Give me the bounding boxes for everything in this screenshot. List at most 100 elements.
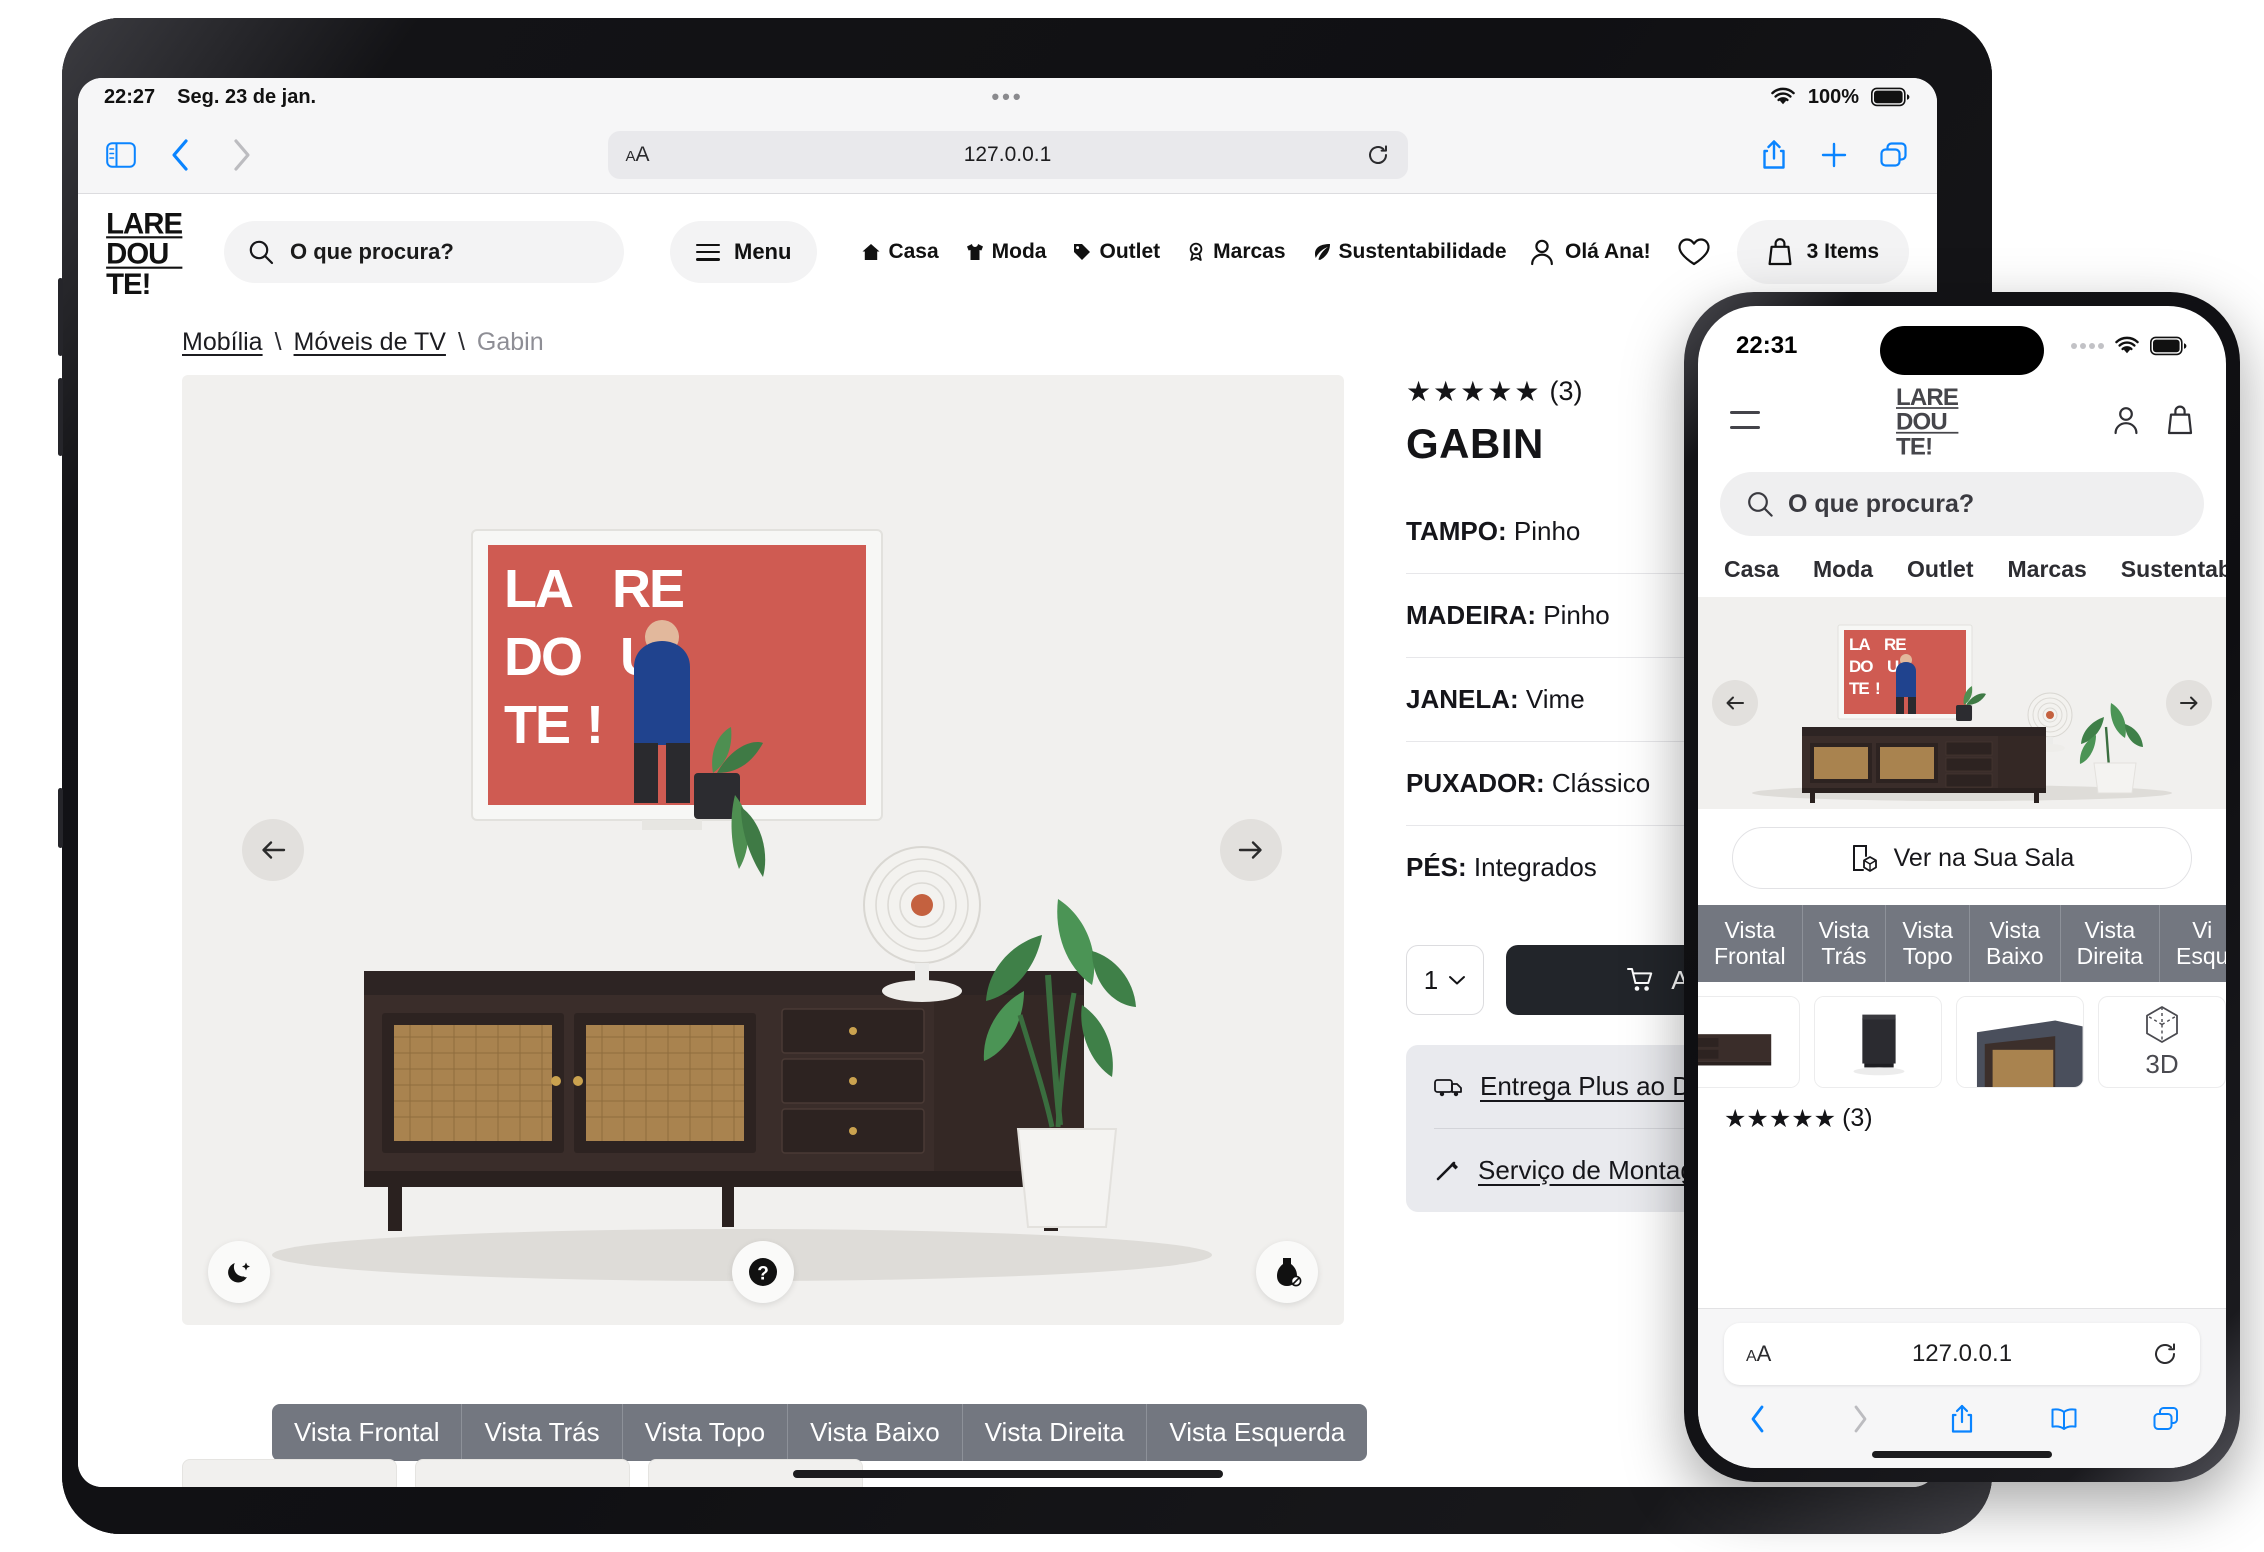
reload-icon[interactable] — [1366, 143, 1390, 167]
iphone-view-tab-vista-frontal[interactable]: Vista Frontal — [1698, 905, 1803, 982]
iphone-nav-item-casa[interactable]: Casa — [1724, 556, 1779, 583]
thumbnail-side[interactable] — [1814, 995, 1942, 1088]
share-icon[interactable] — [1753, 134, 1795, 176]
chevron-left-icon[interactable] — [160, 134, 202, 176]
user-icon[interactable] — [2112, 405, 2140, 435]
view-tab-vista-esquerda[interactable]: Vista Esquerda — [1147, 1404, 1368, 1461]
tag-icon — [1072, 242, 1092, 262]
nav-label: Casa — [888, 240, 939, 263]
spec-value: Pinho — [1513, 516, 1581, 546]
quantity-value: 1 — [1423, 964, 1439, 995]
screenshot-stage: 22:27 Seg. 23 de jan. ••• 100% AA 127.0.… — [0, 0, 2264, 1552]
menu-button[interactable]: Menu — [670, 221, 818, 283]
iphone-view-tab-vista-baixo[interactable]: Vista Baixo — [1970, 905, 2061, 982]
ipad-address-bar[interactable]: AA 127.0.0.1 — [607, 130, 1408, 179]
iphone-search-input[interactable]: O que procura? — [1720, 472, 2204, 536]
account-button[interactable]: Olá Ana! — [1529, 238, 1651, 266]
ipad-volume-up-button[interactable] — [58, 278, 63, 356]
chevron-left-icon[interactable] — [1738, 1399, 1778, 1439]
iphone-nav-item-marcas[interactable]: Marcas — [2008, 556, 2087, 583]
iphone-product-gallery: LA RE DO U TE ! — [1698, 597, 2226, 809]
iphone-product-scene: LA RE DO U TE ! — [1752, 624, 2172, 803]
view-tab-bar: Vista Frontal Vista Trás Vista Topo Vist… — [272, 1404, 1368, 1461]
quantity-select[interactable]: 1 — [1406, 945, 1484, 1015]
svg-text:TE!: TE! — [106, 268, 150, 296]
product-3d-scene: LA RE DO U TE ! — [272, 529, 1212, 1281]
plus-icon[interactable] — [1813, 134, 1855, 176]
view-tab-vista-baixo[interactable]: Vista Baixo — [788, 1404, 963, 1461]
site-header: LARE DOU TE! O que procura? Menu Casa Mo… — [78, 194, 1937, 306]
bag-icon[interactable] — [2166, 404, 2194, 436]
thumbnail-3d[interactable]: 3D — [2098, 995, 2226, 1088]
ipad-safari-toolbar: AA 127.0.0.1 — [78, 116, 1937, 194]
thumbnail-corner[interactable] — [1956, 995, 2084, 1088]
iphone-nav-item-moda[interactable]: Moda — [1813, 556, 1873, 583]
cart-button[interactable]: 3 Items — [1736, 220, 1909, 284]
vase-icon[interactable] — [1256, 1241, 1318, 1303]
nav-item-sustentabilidade[interactable]: Sustentabilidade — [1312, 240, 1507, 264]
tabs-icon[interactable] — [2146, 1399, 2186, 1439]
spec-key: PÉS: — [1406, 852, 1467, 882]
account-label: Olá Ana! — [1565, 240, 1651, 263]
thumbnail[interactable] — [182, 1459, 397, 1487]
gallery-next-button[interactable] — [1220, 819, 1282, 881]
breadcrumb-item-mobilia[interactable]: Mobília — [182, 328, 263, 357]
sidebar-icon[interactable] — [100, 134, 142, 176]
iphone-home-indicator[interactable] — [1872, 1451, 2052, 1458]
thumbnail-front[interactable] — [1698, 995, 1800, 1088]
badge-icon — [1186, 242, 1206, 262]
iphone-safari-bottom-bar: AA 127.0.0.1 — [1698, 1308, 2226, 1468]
search-input[interactable]: O que procura? — [224, 221, 624, 283]
breadcrumb-item-moveis-de-tv[interactable]: Móveis de TV — [294, 328, 446, 357]
iphone-address-bar[interactable]: AA 127.0.0.1 — [1724, 1323, 2200, 1385]
battery-icon — [1871, 87, 1911, 107]
view-tab-vista-frontal[interactable]: Vista Frontal — [272, 1404, 463, 1461]
ipad-home-indicator[interactable] — [792, 1470, 1223, 1478]
book-icon[interactable] — [2044, 1399, 2084, 1439]
ipad-multitask-handle[interactable]: ••• — [991, 86, 1023, 108]
hamburger-icon[interactable] — [1730, 411, 1760, 429]
iphone-view-tab-vista-tras[interactable]: Vista Trás — [1802, 905, 1887, 982]
nav-item-marcas[interactable]: Marcas — [1186, 240, 1286, 264]
battery-icon — [2150, 336, 2188, 356]
laredoute-logo[interactable]: LARE DOU TE! — [1896, 384, 1976, 456]
heart-icon[interactable] — [1677, 237, 1711, 267]
iphone-nav-item-sustentabilidade[interactable]: Sustentabi — [2121, 556, 2226, 583]
iphone-view-tab-vista-topo[interactable]: Vista Topo — [1886, 905, 1971, 982]
laredoute-logo[interactable]: LARE DOU TE! — [106, 208, 204, 296]
view-tab-vista-direita[interactable]: Vista Direita — [962, 1404, 1148, 1461]
moon-sparkle-icon[interactable] — [208, 1241, 270, 1303]
view-in-room-button[interactable]: Ver na Sua Sala — [1732, 827, 2192, 889]
wrench-icon — [1434, 1158, 1462, 1184]
view-tab-vista-tras[interactable]: Vista Trás — [462, 1404, 623, 1461]
spec-value: Integrados — [1473, 852, 1597, 882]
nav-item-moda[interactable]: Moda — [965, 240, 1046, 264]
iphone-view-tab-vista-direita[interactable]: Vista Direita — [2060, 905, 2161, 982]
svg-text:TE: TE — [504, 695, 569, 755]
share-icon[interactable] — [1942, 1399, 1982, 1439]
iphone-nav-item-outlet[interactable]: Outlet — [1907, 556, 1973, 583]
view-tab-vista-topo[interactable]: Vista Topo — [622, 1404, 789, 1461]
nav-item-outlet[interactable]: Outlet — [1072, 240, 1160, 264]
nav-label: Outlet — [1099, 240, 1161, 263]
nav-item-casa[interactable]: Casa — [861, 240, 939, 264]
thumbnail[interactable] — [415, 1459, 630, 1487]
svg-text:DO: DO — [504, 627, 581, 687]
ipad-clock: 22:27 — [104, 85, 156, 108]
iphone-view-tab-vista-esquerda[interactable]: Vi Esqu — [2160, 905, 2226, 982]
iphone-gallery-next-button[interactable] — [2166, 680, 2212, 726]
iphone-gallery-prev-button[interactable] — [1712, 680, 1758, 726]
cart-icon — [1627, 967, 1655, 993]
ipad-volume-down-button[interactable] — [58, 378, 63, 456]
spec-value: Clássico — [1551, 768, 1651, 798]
reload-icon[interactable] — [2152, 1341, 2178, 1367]
spec-key: MADEIRA: — [1406, 600, 1536, 630]
hamburger-icon — [696, 243, 720, 261]
question-mark-icon[interactable]: ? — [732, 1241, 794, 1303]
tabs-icon[interactable] — [1873, 134, 1915, 176]
gallery-prev-button[interactable] — [242, 819, 304, 881]
chevron-right-icon — [1840, 1399, 1880, 1439]
breadcrumb: Mobília \ Móveis de TV \ Gabin — [78, 306, 1937, 375]
svg-text:DOU: DOU — [1896, 409, 1947, 436]
main-nav: Casa Moda Outlet Marcas Sustentabilidade — [861, 240, 1507, 264]
